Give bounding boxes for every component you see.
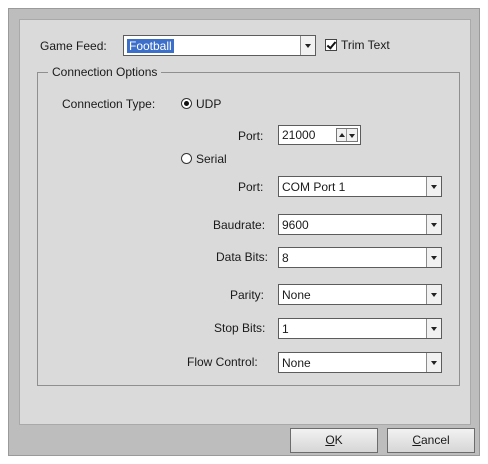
udp-port-value: 21000 [282, 128, 316, 142]
game-feed-dropdown[interactable]: Football [123, 35, 316, 56]
data-bits-label: Data Bits: [216, 250, 269, 264]
baudrate-dropdown[interactable]: 9600 [278, 214, 442, 235]
game-feed-value: Football [127, 39, 174, 53]
stop-bits-value: 1 [282, 322, 289, 336]
cancel-mnemonic: C [412, 433, 421, 447]
ok-mnemonic: O [325, 433, 335, 447]
dropdown-arrow-icon[interactable] [300, 36, 315, 55]
flow-control-dropdown[interactable]: None [278, 352, 442, 373]
ok-label-rest: K [334, 433, 343, 447]
connection-options-title: Connection Options [48, 65, 162, 79]
flow-control-label: Flow Control: [187, 355, 258, 369]
connection-type-label: Connection Type: [62, 97, 156, 111]
udp-radio[interactable] [181, 98, 192, 109]
cancel-label-rest: ancel [420, 433, 450, 447]
stop-bits-dropdown[interactable]: 1 [278, 318, 442, 339]
udp-port-spinbox[interactable]: 21000 [278, 125, 361, 145]
baudrate-label: Baudrate: [213, 218, 266, 232]
parity-dropdown[interactable]: None [278, 284, 442, 305]
dropdown-arrow-icon[interactable] [426, 353, 441, 372]
dropdown-arrow-icon[interactable] [426, 285, 441, 304]
dropdown-arrow-icon[interactable] [426, 319, 441, 338]
dropdown-arrow-icon[interactable] [426, 248, 441, 267]
spin-down-icon[interactable] [346, 129, 357, 141]
ok-button[interactable]: OK [290, 428, 378, 453]
data-bits-value: 8 [282, 251, 289, 265]
dropdown-arrow-icon[interactable] [426, 215, 441, 234]
parity-label: Parity: [230, 288, 265, 302]
window-top-edge [0, 0, 488, 8]
cancel-button[interactable]: Cancel [387, 428, 475, 453]
flow-control-value: None [282, 356, 311, 370]
serial-port-dropdown[interactable]: COM Port 1 [278, 176, 442, 197]
trim-text-label: Trim Text [341, 38, 390, 52]
udp-label: UDP [196, 97, 222, 111]
serial-radio[interactable] [181, 153, 192, 164]
serial-port-label: Port: [238, 180, 264, 194]
trim-text-checkbox[interactable] [325, 39, 337, 51]
dropdown-arrow-icon[interactable] [426, 177, 441, 196]
spin-buttons [336, 128, 358, 142]
data-bits-dropdown[interactable]: 8 [278, 247, 442, 268]
parity-value: None [282, 288, 311, 302]
stop-bits-label: Stop Bits: [214, 321, 266, 335]
udp-port-label: Port: [238, 129, 264, 143]
game-feed-label: Game Feed: [40, 39, 107, 53]
serial-label: Serial [196, 152, 227, 166]
serial-port-value: COM Port 1 [282, 180, 346, 194]
baudrate-value: 9600 [282, 218, 309, 232]
